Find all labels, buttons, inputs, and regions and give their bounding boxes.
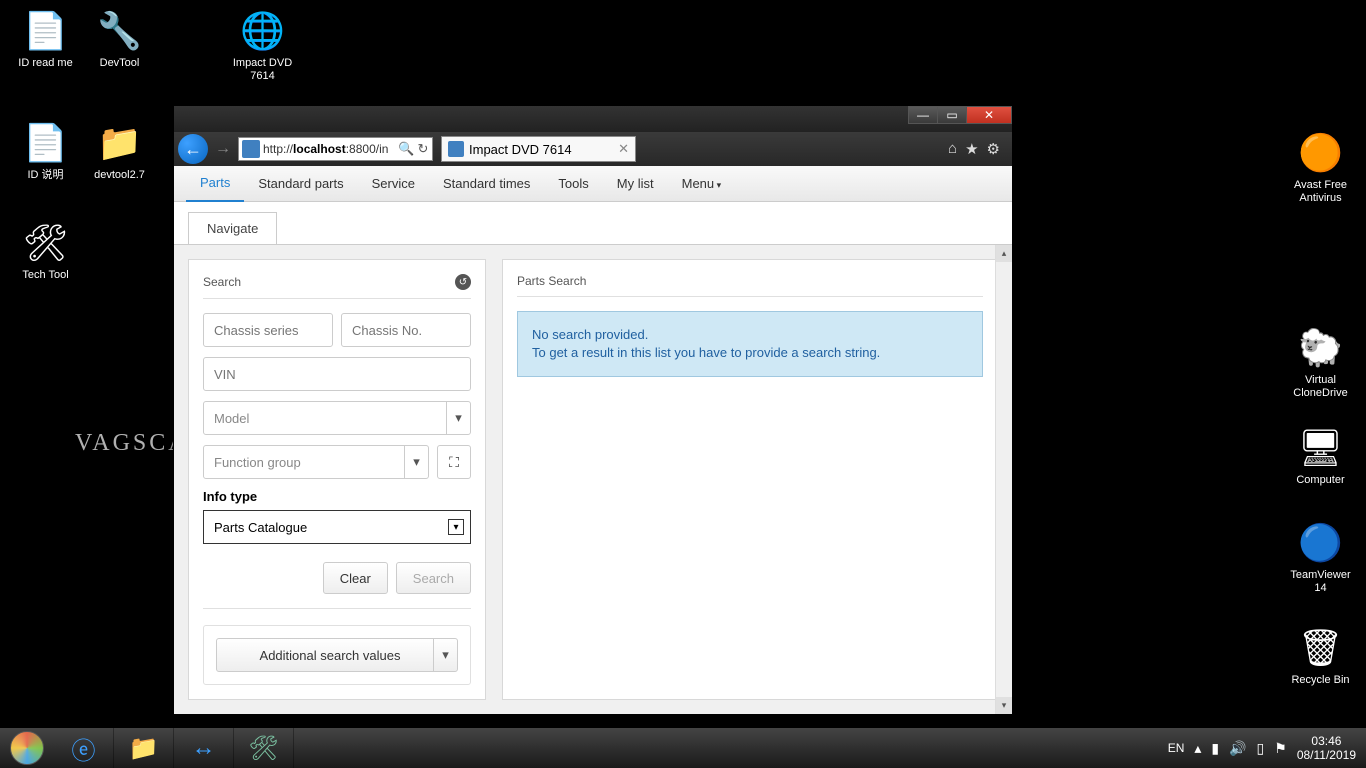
- chassis-series-input[interactable]: [203, 313, 333, 347]
- desktop-icon-recyclebin[interactable]: 🗑Recycle Bin: [1283, 625, 1358, 687]
- chevron-down-icon: ▾: [433, 639, 457, 671]
- scrollbar[interactable]: ▴ ▾: [995, 245, 1012, 714]
- language-indicator[interactable]: EN: [1168, 741, 1185, 755]
- toolbar-right: ⌂ ★ ⚙: [948, 140, 1008, 158]
- desktop-icon-techtool[interactable]: 🛠Tech Tool: [8, 220, 83, 282]
- close-button[interactable]: ✕: [966, 106, 1012, 124]
- desktop-icon-devtool27[interactable]: 📁devtool2.7: [82, 120, 157, 182]
- home-icon[interactable]: ⌂: [948, 140, 957, 158]
- sheep-icon: 🐑: [1298, 325, 1344, 371]
- forward-button[interactable]: →: [212, 138, 234, 160]
- info-message: No search provided. To get a result in t…: [517, 311, 983, 377]
- vin-input[interactable]: [203, 357, 471, 391]
- trash-icon: 🗑: [1298, 625, 1344, 671]
- chevron-down-icon: ▾: [404, 446, 428, 478]
- scroll-up-icon[interactable]: ▴: [996, 245, 1012, 262]
- desktop-icon-computer[interactable]: 🖥Computer: [1283, 425, 1358, 487]
- clear-button[interactable]: Clear: [323, 562, 388, 594]
- desktop-icon-idreadme[interactable]: 📄ID read me: [8, 8, 83, 70]
- additional-search-select[interactable]: Additional search values▾: [216, 638, 458, 672]
- browser-toolbar: ← → http://localhost:8800/in 🔍 ↻ Impact …: [174, 132, 1012, 166]
- chevron-down-icon: ▾: [448, 519, 464, 535]
- menu-standard-times[interactable]: Standard times: [429, 166, 544, 201]
- window-controls: — ▭ ✕: [909, 106, 1012, 124]
- tab-favicon: [448, 141, 464, 157]
- site-icon: [242, 140, 260, 158]
- windows-orb-icon: [10, 731, 44, 765]
- browser-window: — ▭ ✕ ← → http://localhost:8800/in 🔍 ↻ I…: [173, 105, 1013, 707]
- search-panel: Search ↺ Model▾ Function group▾ ⛶ Info: [188, 259, 486, 700]
- window-titlebar[interactable]: — ▭ ✕: [174, 106, 1012, 132]
- tab-close-icon[interactable]: ✕: [618, 141, 629, 157]
- desktop-icon-avast[interactable]: 🟠Avast Free Antivirus: [1283, 130, 1358, 205]
- teamviewer-icon: 🔵: [1298, 520, 1344, 566]
- menu-tools[interactable]: Tools: [544, 166, 602, 201]
- system-tray: EN ▴ ▮ 🔊 ▯ ⚑ 03:46 08/11/2019: [1168, 734, 1366, 762]
- results-panel: Parts Search No search provided. To get …: [502, 259, 998, 700]
- desktop-icon-devtool[interactable]: 🔧DevTool: [82, 8, 157, 70]
- function-group-select[interactable]: Function group▾: [203, 445, 429, 479]
- results-heading: Parts Search: [517, 274, 983, 297]
- content-area: Search ↺ Model▾ Function group▾ ⛶ Info: [174, 244, 1012, 714]
- model-select[interactable]: Model▾: [203, 401, 471, 435]
- main-menu: Parts Standard parts Service Standard ti…: [174, 166, 1012, 202]
- chevron-down-icon: ▾: [446, 402, 470, 434]
- desktop-icon-teamviewer[interactable]: 🔵TeamViewer 14: [1283, 520, 1358, 595]
- file-icon: 📄: [23, 120, 69, 166]
- info-type-select[interactable]: Parts Catalogue ▾: [203, 510, 471, 544]
- maximize-button[interactable]: ▭: [937, 106, 967, 124]
- minimize-button[interactable]: —: [908, 106, 938, 124]
- chassis-no-input[interactable]: [341, 313, 471, 347]
- favorites-icon[interactable]: ★: [965, 140, 978, 158]
- desktop-icon-idshuoming[interactable]: 📄ID 说明: [8, 120, 83, 182]
- avast-icon: 🟠: [1298, 130, 1344, 176]
- volume-icon[interactable]: 🔊: [1229, 740, 1246, 757]
- menu-service[interactable]: Service: [358, 166, 429, 201]
- tab-title: Impact DVD 7614: [469, 142, 618, 157]
- function-group-browse-button[interactable]: ⛶: [437, 445, 471, 479]
- taskbar: ⓔ 📁 ↔ 🛠 EN ▴ ▮ 🔊 ▯ ⚑ 03:46 08/11/2019: [0, 728, 1366, 768]
- computer-icon: 🖥: [1298, 425, 1344, 471]
- reload-icon[interactable]: ↻: [414, 141, 432, 157]
- menu-mylist[interactable]: My list: [603, 166, 668, 201]
- scroll-down-icon[interactable]: ▾: [996, 697, 1012, 714]
- network-icon[interactable]: ▯: [1257, 740, 1265, 757]
- globe-icon: 🌐: [240, 8, 286, 54]
- additional-search-box: Additional search values▾: [203, 625, 471, 685]
- menu-menu[interactable]: Menu: [668, 166, 736, 201]
- tray-chevron-icon[interactable]: ▴: [1194, 740, 1201, 757]
- wrench-icon: 🛠: [23, 220, 69, 266]
- tab-navigate[interactable]: Navigate: [188, 212, 277, 244]
- menu-standard-parts[interactable]: Standard parts: [244, 166, 357, 201]
- battery-icon[interactable]: ▮: [1211, 740, 1219, 757]
- refresh-icon[interactable]: ↺: [455, 274, 471, 290]
- address-bar[interactable]: http://localhost:8800/in 🔍 ↻: [238, 137, 433, 161]
- folder-icon: 📁: [97, 120, 143, 166]
- search-button[interactable]: Search: [396, 562, 471, 594]
- flag-icon[interactable]: ⚑: [1274, 740, 1287, 757]
- taskbar-explorer[interactable]: 📁: [114, 728, 174, 768]
- browser-tab[interactable]: Impact DVD 7614 ✕: [441, 136, 636, 162]
- subtab-bar: Navigate: [174, 202, 1012, 244]
- back-button[interactable]: ←: [178, 134, 208, 164]
- info-type-label: Info type: [203, 489, 471, 504]
- page-content: Parts Standard parts Service Standard ti…: [174, 166, 1012, 708]
- taskbar-teamviewer[interactable]: ↔: [174, 728, 234, 768]
- search-heading: Search ↺: [203, 274, 471, 299]
- start-button[interactable]: [0, 728, 54, 768]
- taskbar-ie[interactable]: ⓔ: [54, 728, 114, 768]
- desktop-icon-impactdvd[interactable]: 🌐Impact DVD 7614: [225, 8, 300, 83]
- menu-parts[interactable]: Parts: [186, 165, 244, 202]
- taskbar-techtool[interactable]: 🛠: [234, 728, 294, 768]
- volvo-icon: 🔧: [97, 8, 143, 54]
- desktop-icon-clonedrive[interactable]: 🐑Virtual CloneDrive: [1283, 325, 1358, 400]
- search-icon[interactable]: 🔍: [398, 141, 414, 157]
- url-text: http://localhost:8800/in: [263, 142, 398, 156]
- clock[interactable]: 03:46 08/11/2019: [1297, 734, 1356, 762]
- settings-icon[interactable]: ⚙: [987, 140, 1000, 158]
- file-icon: 📄: [23, 8, 69, 54]
